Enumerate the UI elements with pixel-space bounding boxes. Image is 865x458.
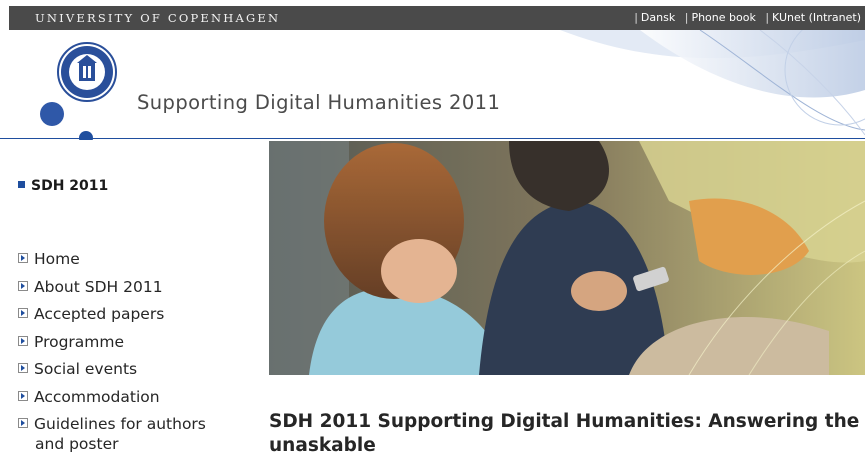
sidebar-nav: Home About SDH 2011 Accepted papers Prog… bbox=[18, 249, 206, 454]
sidebar-item-guidelines[interactable]: Guidelines for authors and poster bbox=[18, 414, 206, 454]
university-name: UNIVERSITY OF COPENHAGEN bbox=[35, 11, 281, 25]
sidebar-item-accommodation[interactable]: Accommodation bbox=[18, 387, 206, 415]
banner-photo bbox=[269, 141, 865, 375]
sidebar-item-about[interactable]: About SDH 2011 bbox=[18, 277, 206, 305]
page-heading: SDH 2011 Supporting Digital Humanities: … bbox=[269, 411, 860, 456]
top-bar: UNIVERSITY OF COPENHAGEN | Dansk | Phone b… bbox=[0, 0, 865, 30]
header-dot-large bbox=[40, 102, 64, 126]
arrow-icon bbox=[18, 335, 28, 346]
arrow-icon bbox=[18, 308, 28, 318]
arrow-icon bbox=[18, 253, 28, 263]
top-links: | Dansk | Phone book | KUnet (Intranet) bbox=[634, 11, 861, 24]
sidebar-item-social-events[interactable]: Social events bbox=[18, 359, 206, 387]
sidebar-section-title[interactable]: SDH 2011 bbox=[18, 178, 108, 194]
site-header: Supporting Digital Humanities 2011 bbox=[0, 30, 865, 140]
square-bullet-icon bbox=[18, 181, 25, 188]
link-phone-book[interactable]: Phone book bbox=[691, 11, 755, 24]
banner-photo-image bbox=[269, 141, 865, 375]
arrow-icon bbox=[18, 363, 28, 373]
link-dansk[interactable]: Dansk bbox=[641, 11, 675, 24]
sidebar-item-programme[interactable]: Programme bbox=[18, 332, 206, 360]
site-title: Supporting Digital Humanities 2011 bbox=[137, 91, 501, 114]
arrow-icon bbox=[18, 280, 28, 291]
sidebar-item-accepted-papers[interactable]: Accepted papers bbox=[18, 304, 206, 332]
link-kunet[interactable]: KUnet (Intranet) bbox=[772, 11, 861, 24]
arrow-icon bbox=[18, 390, 28, 401]
sidebar-item-home[interactable]: Home bbox=[18, 249, 206, 277]
top-bar-strip: UNIVERSITY OF COPENHAGEN | Dansk | Phone b… bbox=[9, 6, 865, 30]
university-seal-icon bbox=[57, 42, 117, 102]
header-decoration bbox=[40, 30, 865, 140]
arrow-icon bbox=[18, 418, 28, 428]
header-divider bbox=[0, 138, 865, 139]
